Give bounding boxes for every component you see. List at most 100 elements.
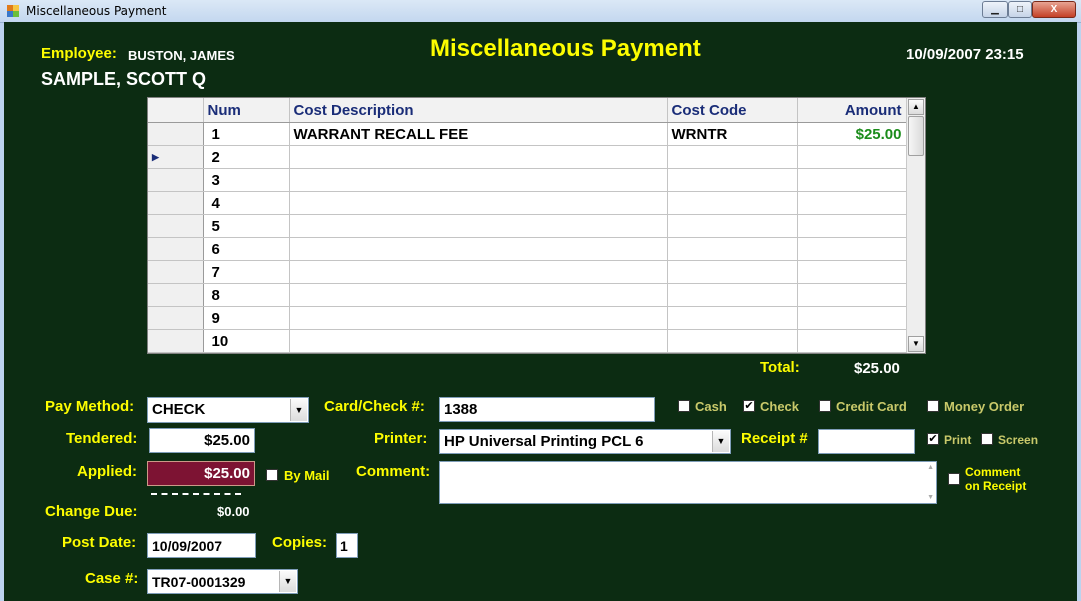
num-cell[interactable]: 5 xyxy=(203,214,290,238)
num-cell[interactable]: 4 xyxy=(203,191,290,215)
close-button[interactable]: X xyxy=(1032,1,1076,18)
minimize-button[interactable]: ▁ xyxy=(982,1,1008,18)
amount-cell[interactable] xyxy=(797,283,907,307)
num-cell[interactable]: 9 xyxy=(203,306,290,330)
column-header-num[interactable]: Num xyxy=(203,98,290,123)
tendered-input[interactable]: $25.00 xyxy=(149,428,255,453)
printer-dropdown-icon[interactable]: ▼ xyxy=(712,431,729,452)
cost-description-cell[interactable] xyxy=(289,283,668,307)
print-checkbox[interactable]: ✔ xyxy=(927,433,939,445)
applied-underline xyxy=(151,493,241,495)
row-header[interactable] xyxy=(148,214,204,238)
amount-cell[interactable]: $25.00 xyxy=(797,122,907,146)
num-cell[interactable]: 2 xyxy=(203,145,290,169)
amount-cell[interactable] xyxy=(797,191,907,215)
table-row[interactable]: 10 xyxy=(148,329,907,353)
cost-code-cell[interactable] xyxy=(667,260,798,284)
money-order-checkbox[interactable] xyxy=(927,400,939,412)
amount-cell[interactable] xyxy=(797,260,907,284)
cost-description-cell[interactable] xyxy=(289,329,668,353)
card-check-input[interactable]: 1388 xyxy=(439,397,655,422)
cost-code-cell[interactable] xyxy=(667,145,798,169)
table-row[interactable]: 1 WARRANT RECALL FEE WRNTR $25.00 xyxy=(148,122,907,146)
credit-card-checkbox[interactable] xyxy=(819,400,831,412)
cost-description-cell[interactable] xyxy=(289,168,668,192)
cost-description-cell[interactable] xyxy=(289,306,668,330)
cost-code-cell[interactable] xyxy=(667,168,798,192)
pay-method-select[interactable]: CHECK ▼ xyxy=(147,397,309,423)
cost-code-cell[interactable]: WRNTR xyxy=(667,122,798,146)
row-header[interactable] xyxy=(148,329,204,353)
comment-textarea[interactable]: ▲ ▼ xyxy=(439,461,937,504)
table-row[interactable]: 9 xyxy=(148,306,907,330)
cost-code-cell[interactable] xyxy=(667,329,798,353)
num-cell[interactable]: 6 xyxy=(203,237,290,261)
case-dropdown-icon[interactable]: ▼ xyxy=(279,571,296,592)
cost-code-cell[interactable] xyxy=(667,214,798,238)
table-row[interactable]: 7 xyxy=(148,260,907,284)
comment-scroll-up-icon[interactable]: ▲ xyxy=(927,464,934,471)
printer-select[interactable]: HP Universal Printing PCL 6 ▼ xyxy=(439,429,731,454)
row-header[interactable]: ▶ xyxy=(148,145,204,169)
scroll-down-button[interactable]: ▼ xyxy=(908,336,924,352)
row-header[interactable] xyxy=(148,306,204,330)
cost-code-cell[interactable] xyxy=(667,191,798,215)
table-row[interactable]: 5 xyxy=(148,214,907,238)
grid-scrollbar[interactable]: ▲ ▼ xyxy=(906,98,925,353)
table-row[interactable]: 4 xyxy=(148,191,907,215)
cost-description-cell[interactable] xyxy=(289,260,668,284)
case-select[interactable]: TR07-0001329 ▼ xyxy=(147,569,298,594)
amount-cell[interactable] xyxy=(797,214,907,238)
screen-checkbox[interactable] xyxy=(981,433,993,445)
cost-code-cell[interactable] xyxy=(667,237,798,261)
cost-description-cell[interactable]: WARRANT RECALL FEE xyxy=(289,122,668,146)
cost-description-cell[interactable] xyxy=(289,145,668,169)
applied-input[interactable]: $25.00 xyxy=(147,461,255,486)
num-cell[interactable]: 1 xyxy=(203,122,290,146)
maximize-icon: □ xyxy=(1016,4,1024,15)
table-row[interactable]: ▶ 2 xyxy=(148,145,907,169)
check-checkbox[interactable]: ✔ xyxy=(743,400,755,412)
amount-cell[interactable] xyxy=(797,306,907,330)
cost-description-cell[interactable] xyxy=(289,214,668,238)
row-header[interactable] xyxy=(148,283,204,307)
row-header[interactable] xyxy=(148,191,204,215)
amount-cell[interactable] xyxy=(797,145,907,169)
pay-method-dropdown-icon[interactable]: ▼ xyxy=(290,399,307,421)
num-cell[interactable]: 10 xyxy=(203,329,290,353)
comment-scroll-down-icon[interactable]: ▼ xyxy=(927,494,934,501)
copies-input[interactable]: 1 xyxy=(336,533,358,558)
receipt-input[interactable] xyxy=(818,429,915,454)
num-cell[interactable]: 7 xyxy=(203,260,290,284)
cost-description-cell[interactable] xyxy=(289,191,668,215)
amount-cell[interactable] xyxy=(797,237,907,261)
comment-on-receipt-checkbox[interactable] xyxy=(948,473,960,485)
app-icon xyxy=(7,5,19,17)
table-row[interactable]: 3 xyxy=(148,168,907,192)
maximize-button[interactable]: □ xyxy=(1008,1,1032,18)
cost-grid[interactable]: Num Cost Description Cost Code Amount 1W… xyxy=(147,97,926,354)
by-mail-checkbox[interactable] xyxy=(266,469,278,481)
post-date-input[interactable]: 10/09/2007 xyxy=(147,533,256,558)
table-row[interactable]: 8 xyxy=(148,283,907,307)
row-header[interactable] xyxy=(148,260,204,284)
num-cell[interactable]: 8 xyxy=(203,283,290,307)
column-header-cost-code[interactable]: Cost Code xyxy=(667,98,798,123)
column-header-amount[interactable]: Amount xyxy=(797,98,907,123)
cash-checkbox[interactable] xyxy=(678,400,690,412)
comment-label: Comment: xyxy=(356,463,431,480)
amount-cell[interactable] xyxy=(797,168,907,192)
cost-description-cell[interactable] xyxy=(289,237,668,261)
amount-cell[interactable] xyxy=(797,329,907,353)
num-cell[interactable]: 3 xyxy=(203,168,290,192)
cost-code-cell[interactable] xyxy=(667,306,798,330)
scroll-thumb[interactable] xyxy=(908,116,924,156)
table-row[interactable]: 6 xyxy=(148,237,907,261)
row-header[interactable] xyxy=(148,122,204,146)
row-header[interactable] xyxy=(148,237,204,261)
row-header[interactable] xyxy=(148,168,204,192)
cost-code-cell[interactable] xyxy=(667,283,798,307)
scroll-up-button[interactable]: ▲ xyxy=(908,99,924,115)
printer-value: HP Universal Printing PCL 6 xyxy=(444,433,644,450)
column-header-cost-description[interactable]: Cost Description xyxy=(289,98,668,123)
